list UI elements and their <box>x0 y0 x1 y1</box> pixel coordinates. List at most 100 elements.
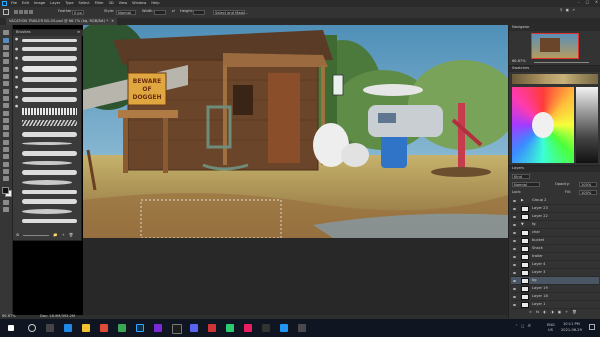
grayscale-swatches[interactable] <box>576 87 598 163</box>
trash-icon[interactable]: 🗑 <box>572 310 577 317</box>
screen-mode-icon[interactable] <box>3 206 9 212</box>
add-selection-icon[interactable] <box>19 10 23 14</box>
layer-row[interactable]: bucket <box>511 237 599 245</box>
adjustment-layer-icon[interactable]: ◑ <box>551 310 554 317</box>
brush-preset[interactable] <box>22 77 77 82</box>
notifications-icon[interactable] <box>589 324 595 330</box>
intersect-selection-icon[interactable] <box>29 10 33 14</box>
quick-select-tool-icon[interactable] <box>3 52 9 58</box>
brush-size-icon[interactable]: ● <box>15 85 20 90</box>
layer-filter-kind[interactable]: Kind <box>512 174 530 179</box>
navigator-thumbnail[interactable] <box>531 33 579 59</box>
brush-preset[interactable] <box>22 199 77 204</box>
app-icon[interactable] <box>280 324 288 332</box>
volume-icon[interactable]: ♬ <box>527 324 530 329</box>
healing-brush-tool-icon[interactable] <box>3 74 9 80</box>
menu-file[interactable]: File <box>11 1 17 6</box>
brush-preset[interactable] <box>22 161 72 165</box>
windows-start-icon[interactable] <box>8 325 14 331</box>
app-icon[interactable] <box>298 324 306 332</box>
discord-icon[interactable] <box>190 324 198 332</box>
visibility-eye-icon[interactable] <box>513 239 516 242</box>
layer-row[interactable]: Layer 22 <box>511 213 599 221</box>
layer-row[interactable]: char <box>511 229 599 237</box>
menu-help[interactable]: Help <box>151 1 159 6</box>
visibility-eye-icon[interactable] <box>513 199 516 202</box>
close-icon[interactable]: ✕ <box>595 0 598 5</box>
brush-preset[interactable] <box>22 88 77 92</box>
layer-row[interactable]: ▶ Group 2 <box>511 197 599 205</box>
brush-preset[interactable] <box>22 219 77 223</box>
brush-preset[interactable] <box>22 151 77 156</box>
task-view-icon[interactable] <box>46 324 54 332</box>
gradient-tool-icon[interactable] <box>3 110 9 116</box>
clock-date[interactable]: 2021-06-29 <box>561 328 582 333</box>
blur-tool-icon[interactable] <box>3 117 9 123</box>
height-input[interactable] <box>193 10 205 15</box>
workspace-icon[interactable]: ▣ <box>566 8 569 15</box>
brush-preset[interactable] <box>22 209 72 214</box>
layer-row[interactable]: trailer <box>511 253 599 261</box>
menu-3d[interactable]: 3D <box>109 1 114 6</box>
navigator-zoom[interactable]: 66.67% <box>512 59 526 64</box>
visibility-eye-icon[interactable] <box>513 279 516 282</box>
brush-size-slider[interactable] <box>23 235 50 236</box>
feather-input[interactable]: 0 px <box>72 10 84 15</box>
hand-tool-icon[interactable] <box>3 161 9 167</box>
panel-menu-icon[interactable]: ≡ <box>77 30 80 35</box>
visibility-eye-icon[interactable] <box>513 207 516 210</box>
clock-time[interactable]: 10:11 PM <box>563 322 580 327</box>
brush-size-icon[interactable]: ● <box>15 95 20 100</box>
steam-icon[interactable] <box>172 324 182 334</box>
brush-preset[interactable] <box>22 108 77 115</box>
menu-image[interactable]: Image <box>34 1 45 6</box>
search-icon[interactable] <box>28 324 36 332</box>
visibility-eye-icon[interactable] <box>513 271 516 274</box>
brush-preset[interactable] <box>22 66 77 72</box>
layer-row-selected[interactable]: bg <box>511 277 599 285</box>
subtract-selection-icon[interactable] <box>24 10 28 14</box>
brush-size-icon[interactable]: ● <box>15 66 20 71</box>
search-icon[interactable]: ⚲ <box>560 8 563 15</box>
app-icon[interactable] <box>226 324 234 332</box>
clone-stamp-tool-icon[interactable] <box>3 88 9 94</box>
recent-colors[interactable] <box>512 74 598 84</box>
document-tab[interactable]: VACATION TRAILER BG-05.psd @ 66.7% (bg, … <box>6 18 118 25</box>
pen-tool-icon[interactable] <box>3 132 9 138</box>
new-selection-icon[interactable] <box>14 10 18 14</box>
visibility-eye-icon[interactable] <box>513 303 516 306</box>
lasso-tool-icon[interactable] <box>3 44 9 50</box>
crop-tool-icon[interactable] <box>3 59 9 65</box>
document-canvas[interactable]: BEWARE OF DOGGEH <box>83 25 508 238</box>
shape-tool-icon[interactable] <box>3 154 9 160</box>
brush-tool-icon[interactable] <box>3 81 9 87</box>
visibility-eye-icon[interactable] <box>513 223 516 226</box>
brush-preset[interactable] <box>22 132 77 137</box>
brush-preset[interactable] <box>22 97 77 102</box>
layer-row[interactable]: ▼ fg <box>511 221 599 229</box>
brush-size-icon[interactable]: ● <box>15 37 20 42</box>
opacity-input[interactable]: 100% <box>579 182 597 187</box>
brush-preset[interactable] <box>22 170 77 175</box>
share-icon[interactable]: ↗ <box>572 8 575 15</box>
app-icon[interactable] <box>262 324 270 332</box>
add-mask-icon[interactable]: ◐ <box>543 310 546 317</box>
marquee-tool-icon[interactable] <box>3 9 9 15</box>
layer-row[interactable]: Shack <box>511 245 599 253</box>
menu-type[interactable]: Type <box>65 1 73 6</box>
menu-layer[interactable]: Layer <box>50 1 60 6</box>
layer-row[interactable]: Layer 4 <box>511 261 599 269</box>
blend-mode-select[interactable]: Normal <box>512 182 540 187</box>
width-input[interactable] <box>154 10 166 15</box>
brush-preset[interactable] <box>22 180 72 185</box>
visibility-eye-icon[interactable] <box>513 231 516 234</box>
layer-row[interactable]: Layer 18 <box>511 293 599 301</box>
new-folder-icon[interactable]: 📁 <box>53 233 57 238</box>
select-and-mask-button[interactable]: Select and Mask... <box>213 10 248 15</box>
color-wheel-swatch[interactable] <box>512 87 574 163</box>
fx-icon[interactable]: fx <box>536 310 539 317</box>
fill-input[interactable]: 100% <box>579 190 597 195</box>
tray-chevron-icon[interactable]: ⌃ <box>515 324 518 329</box>
menu-filter[interactable]: Filter <box>95 1 104 6</box>
quick-mask-icon[interactable] <box>3 199 9 205</box>
